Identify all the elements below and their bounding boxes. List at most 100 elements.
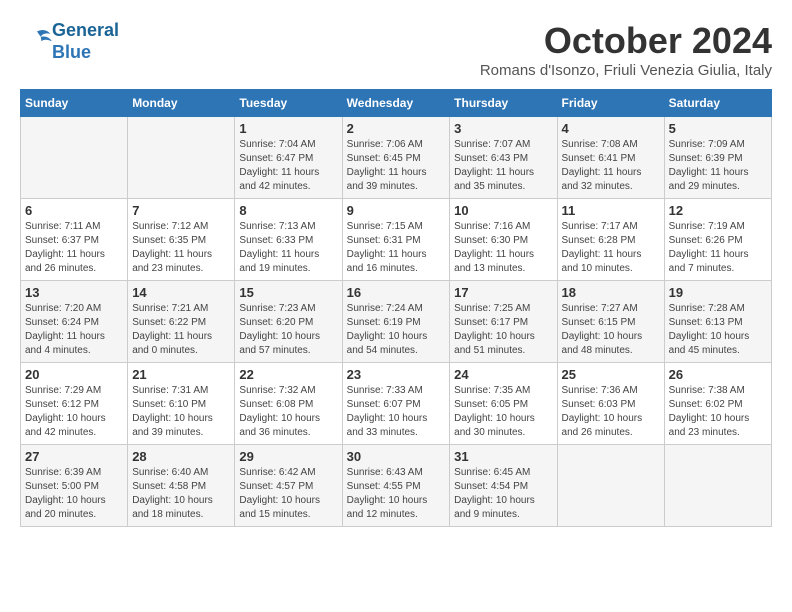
day-number: 27: [25, 449, 123, 464]
day-number: 1: [239, 121, 337, 136]
day-info: Sunrise: 6:40 AM Sunset: 4:58 PM Dayligh…: [132, 466, 230, 522]
calendar-cell: 25Sunrise: 7:36 AM Sunset: 6:03 PM Dayli…: [557, 363, 664, 445]
calendar-cell: 23 Sunrise: 7:33 AM Sunset: 6:07 PM Dayli…: [342, 363, 450, 445]
logo-bird-icon: [22, 27, 52, 51]
calendar-cell: [21, 117, 128, 199]
calendar-cell: 11Sunrise: 7:17 AM Sunset: 6:28 PM Dayli…: [557, 199, 664, 281]
day-info: Sunrise: 7:38 AM Sunset: 6:02 PM Dayligh…: [669, 384, 767, 440]
location-subtitle: Romans d'Isonzo, Friuli Venezia Giulia, …: [480, 62, 772, 79]
day-number: 19: [669, 285, 767, 300]
day-info: Sunrise: 6:45 AM Sunset: 4:54 PM Dayligh…: [454, 466, 552, 522]
calendar-cell: 24 Sunrise: 7:35 AM Sunset: 6:05 PM Dayli…: [450, 363, 557, 445]
day-number: 22: [239, 367, 337, 382]
calendar-cell: 16 Sunrise: 7:24 AM Sunset: 6:19 PM Dayli…: [342, 281, 450, 363]
day-info: Sunrise: 7:20 AM Sunset: 6:24 PM Dayligh…: [25, 302, 123, 358]
day-info: Sunrise: 7:29 AM Sunset: 6:12 PM Dayligh…: [25, 384, 123, 440]
calendar-cell: 1 Sunrise: 7:04 AM Sunset: 6:47 PM Daylig…: [235, 117, 342, 199]
calendar-cell: [557, 445, 664, 527]
day-number: 31: [454, 449, 552, 464]
day-info: Sunrise: 7:19 AM Sunset: 6:26 PM Dayligh…: [669, 220, 767, 276]
calendar-week-1: 1 Sunrise: 7:04 AM Sunset: 6:47 PM Daylig…: [21, 117, 772, 199]
day-info: Sunrise: 7:31 AM Sunset: 6:10 PM Dayligh…: [132, 384, 230, 440]
calendar-body: 1 Sunrise: 7:04 AM Sunset: 6:47 PM Daylig…: [21, 117, 772, 527]
day-number: 11: [562, 203, 660, 218]
day-number: 23: [347, 367, 446, 382]
calendar-cell: 9 Sunrise: 7:15 AM Sunset: 6:31 PM Daylig…: [342, 199, 450, 281]
day-number: 15: [239, 285, 337, 300]
calendar-cell: 6Sunrise: 7:11 AM Sunset: 6:37 PM Daylig…: [21, 199, 128, 281]
month-title: October 2024: [480, 20, 772, 62]
calendar-cell: 10 Sunrise: 7:16 AM Sunset: 6:30 PM Dayli…: [450, 199, 557, 281]
calendar-cell: 4 Sunrise: 7:08 AM Sunset: 6:41 PM Daylig…: [557, 117, 664, 199]
column-header-friday: Friday: [557, 90, 664, 117]
day-number: 8: [239, 203, 337, 218]
calendar-cell: 21 Sunrise: 7:31 AM Sunset: 6:10 PM Dayli…: [128, 363, 235, 445]
logo-text: General Blue: [52, 20, 119, 63]
day-info: Sunrise: 7:25 AM Sunset: 6:17 PM Dayligh…: [454, 302, 552, 358]
logo: General Blue: [20, 20, 119, 63]
column-header-tuesday: Tuesday: [235, 90, 342, 117]
day-number: 21: [132, 367, 230, 382]
day-number: 28: [132, 449, 230, 464]
day-info: Sunrise: 7:24 AM Sunset: 6:19 PM Dayligh…: [347, 302, 446, 358]
day-info: Sunrise: 7:23 AM Sunset: 6:20 PM Dayligh…: [239, 302, 337, 358]
day-number: 9: [347, 203, 446, 218]
day-info: Sunrise: 6:42 AM Sunset: 4:57 PM Dayligh…: [239, 466, 337, 522]
calendar-cell: 26Sunrise: 7:38 AM Sunset: 6:02 PM Dayli…: [664, 363, 771, 445]
calendar-cell: 30 Sunrise: 6:43 AM Sunset: 4:55 PM Dayli…: [342, 445, 450, 527]
calendar-cell: 5 Sunrise: 7:09 AM Sunset: 6:39 PM Daylig…: [664, 117, 771, 199]
calendar-week-4: 20 Sunrise: 7:29 AM Sunset: 6:12 PM Dayli…: [21, 363, 772, 445]
day-info: Sunrise: 7:13 AM Sunset: 6:33 PM Dayligh…: [239, 220, 337, 276]
day-info: Sunrise: 7:08 AM Sunset: 6:41 PM Dayligh…: [562, 138, 660, 194]
day-info: Sunrise: 7:33 AM Sunset: 6:07 PM Dayligh…: [347, 384, 446, 440]
calendar-week-3: 13Sunrise: 7:20 AM Sunset: 6:24 PM Dayli…: [21, 281, 772, 363]
calendar-cell: 15 Sunrise: 7:23 AM Sunset: 6:20 PM Dayli…: [235, 281, 342, 363]
column-header-monday: Monday: [128, 90, 235, 117]
day-info: Sunrise: 7:28 AM Sunset: 6:13 PM Dayligh…: [669, 302, 767, 358]
title-block: October 2024 Romans d'Isonzo, Friuli Ven…: [480, 20, 772, 79]
day-number: 5: [669, 121, 767, 136]
calendar-cell: 31 Sunrise: 6:45 AM Sunset: 4:54 PM Dayli…: [450, 445, 557, 527]
calendar-cell: 3 Sunrise: 7:07 AM Sunset: 6:43 PM Daylig…: [450, 117, 557, 199]
day-info: Sunrise: 7:32 AM Sunset: 6:08 PM Dayligh…: [239, 384, 337, 440]
day-info: Sunrise: 7:16 AM Sunset: 6:30 PM Dayligh…: [454, 220, 552, 276]
day-number: 30: [347, 449, 446, 464]
day-number: 14: [132, 285, 230, 300]
day-number: 2: [347, 121, 446, 136]
day-info: Sunrise: 7:15 AM Sunset: 6:31 PM Dayligh…: [347, 220, 446, 276]
day-info: Sunrise: 7:36 AM Sunset: 6:03 PM Dayligh…: [562, 384, 660, 440]
day-info: Sunrise: 7:12 AM Sunset: 6:35 PM Dayligh…: [132, 220, 230, 276]
day-number: 17: [454, 285, 552, 300]
day-number: 4: [562, 121, 660, 136]
calendar-header-row: SundayMondayTuesdayWednesdayThursdayFrid…: [21, 90, 772, 117]
day-number: 18: [562, 285, 660, 300]
page-header: General Blue October 2024 Romans d'Isonz…: [20, 20, 772, 79]
column-header-wednesday: Wednesday: [342, 90, 450, 117]
day-info: Sunrise: 6:43 AM Sunset: 4:55 PM Dayligh…: [347, 466, 446, 522]
calendar-cell: 2 Sunrise: 7:06 AM Sunset: 6:45 PM Daylig…: [342, 117, 450, 199]
calendar-cell: 13Sunrise: 7:20 AM Sunset: 6:24 PM Dayli…: [21, 281, 128, 363]
day-number: 7: [132, 203, 230, 218]
day-number: 24: [454, 367, 552, 382]
calendar-cell: [128, 117, 235, 199]
day-info: Sunrise: 7:09 AM Sunset: 6:39 PM Dayligh…: [669, 138, 767, 194]
calendar-cell: 17 Sunrise: 7:25 AM Sunset: 6:17 PM Dayli…: [450, 281, 557, 363]
calendar-week-5: 27 Sunrise: 6:39 AM Sunset: 5:00 PM Dayli…: [21, 445, 772, 527]
day-info: Sunrise: 7:35 AM Sunset: 6:05 PM Dayligh…: [454, 384, 552, 440]
day-number: 16: [347, 285, 446, 300]
day-info: Sunrise: 6:39 AM Sunset: 5:00 PM Dayligh…: [25, 466, 123, 522]
day-number: 20: [25, 367, 123, 382]
day-number: 12: [669, 203, 767, 218]
column-header-sunday: Sunday: [21, 90, 128, 117]
day-info: Sunrise: 7:06 AM Sunset: 6:45 PM Dayligh…: [347, 138, 446, 194]
calendar-table: SundayMondayTuesdayWednesdayThursdayFrid…: [20, 89, 772, 527]
day-info: Sunrise: 7:04 AM Sunset: 6:47 PM Dayligh…: [239, 138, 337, 194]
calendar-cell: 28 Sunrise: 6:40 AM Sunset: 4:58 PM Dayli…: [128, 445, 235, 527]
calendar-cell: 19 Sunrise: 7:28 AM Sunset: 6:13 PM Dayli…: [664, 281, 771, 363]
calendar-cell: 22 Sunrise: 7:32 AM Sunset: 6:08 PM Dayli…: [235, 363, 342, 445]
day-number: 10: [454, 203, 552, 218]
day-info: Sunrise: 7:07 AM Sunset: 6:43 PM Dayligh…: [454, 138, 552, 194]
calendar-cell: 8 Sunrise: 7:13 AM Sunset: 6:33 PM Daylig…: [235, 199, 342, 281]
day-number: 3: [454, 121, 552, 136]
calendar-cell: 29Sunrise: 6:42 AM Sunset: 4:57 PM Dayli…: [235, 445, 342, 527]
